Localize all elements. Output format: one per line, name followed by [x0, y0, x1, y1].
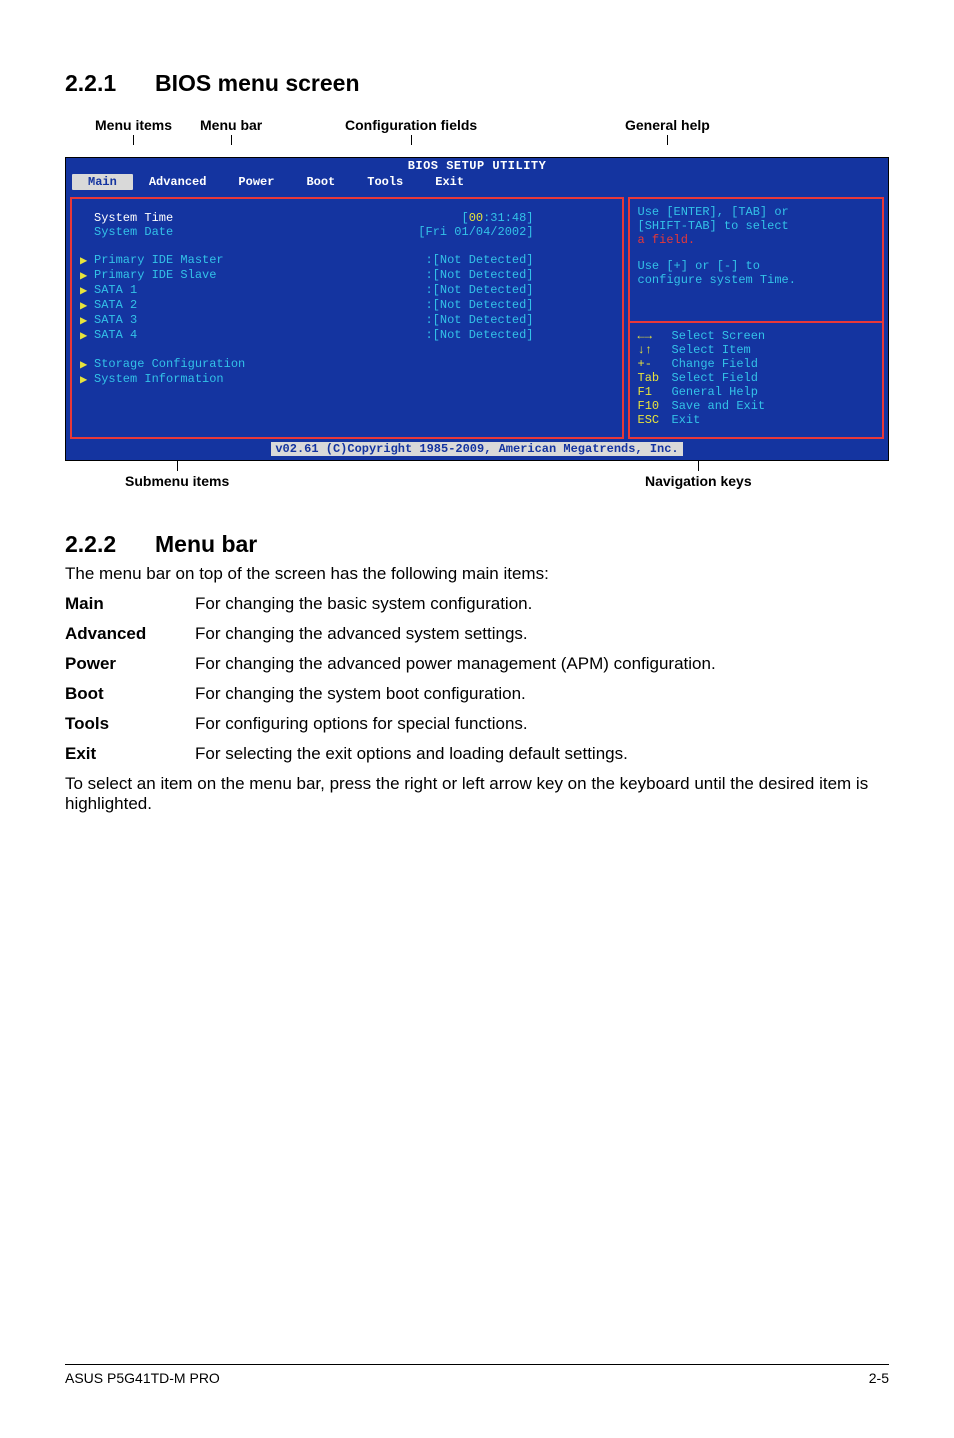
field-system-date: System Date — [94, 225, 173, 239]
row-sata3[interactable]: ▶SATA 3:[Not Detected] — [80, 313, 614, 328]
top-labels: Menu items Menu bar Configuration fields… — [65, 117, 889, 157]
def-row: ExitFor selecting the exit options and l… — [65, 744, 889, 764]
chevron-right-icon: ▶ — [80, 283, 94, 298]
def-row: AdvancedFor changing the advanced system… — [65, 624, 889, 644]
bios-window: BIOS SETUP UTILITY Main Advanced Power B… — [65, 157, 889, 461]
row-system-time[interactable]: System Time [00:31:48] — [80, 211, 614, 225]
row-sata1[interactable]: ▶SATA 1:[Not Detected] — [80, 283, 614, 298]
menu-definitions: MainFor changing the basic system config… — [65, 594, 889, 764]
tab-power[interactable]: Power — [222, 174, 290, 190]
label-menu-bar: Menu bar — [200, 117, 262, 133]
tab-boot[interactable]: Boot — [290, 174, 351, 190]
row-system-info[interactable]: ▶System Information — [80, 372, 614, 387]
bottom-labels: Submenu items Navigation keys — [65, 461, 889, 501]
bios-right-pane: Use [ENTER], [TAB] or [SHIFT-TAB] to sel… — [628, 197, 884, 439]
divider — [630, 321, 882, 323]
row-sata4[interactable]: ▶SATA 4:[Not Detected] — [80, 328, 614, 343]
chevron-right-icon: ▶ — [80, 253, 94, 268]
tab-tools[interactable]: Tools — [351, 174, 419, 190]
tab-main[interactable]: Main — [72, 174, 133, 190]
label-menu-items: Menu items — [95, 117, 172, 133]
def-row: PowerFor changing the advanced power man… — [65, 654, 889, 674]
label-submenu-items: Submenu items — [125, 473, 229, 489]
chevron-right-icon: ▶ — [80, 268, 94, 283]
heading-num: 2.2.2 — [65, 531, 155, 558]
page-footer: ASUS P5G41TD-M PRO 2-5 — [65, 1364, 889, 1386]
def-row: ToolsFor configuring options for special… — [65, 714, 889, 734]
bios-left-pane: System Time [00:31:48] System Date [Fri … — [70, 197, 624, 439]
label-general-help: General help — [625, 117, 710, 133]
row-pri-ide-slave[interactable]: ▶Primary IDE Slave:[Not Detected] — [80, 268, 614, 283]
bios-title: BIOS SETUP UTILITY — [66, 158, 888, 174]
heading-title: Menu bar — [155, 531, 257, 557]
heading-num: 2.2.1 — [65, 70, 155, 97]
menubar-desc: The menu bar on top of the screen has th… — [65, 564, 889, 584]
heading-222: 2.2.2Menu bar — [65, 531, 889, 558]
def-row: MainFor changing the basic system config… — [65, 594, 889, 614]
row-storage-config[interactable]: ▶Storage Configuration — [80, 357, 614, 372]
chevron-right-icon: ▶ — [80, 298, 94, 313]
chevron-right-icon: ▶ — [80, 357, 94, 372]
row-pri-ide-master[interactable]: ▶Primary IDE Master:[Not Detected] — [80, 253, 614, 268]
footer-right: 2-5 — [869, 1370, 889, 1386]
chevron-right-icon: ▶ — [80, 313, 94, 328]
help-text: Use [ENTER], [TAB] or [SHIFT-TAB] to sel… — [638, 205, 874, 287]
field-system-time: System Time — [94, 211, 173, 225]
heading-221: 2.2.1BIOS menu screen — [65, 70, 889, 97]
row-system-date[interactable]: System Date [Fri 01/04/2002] — [80, 225, 614, 239]
label-config-fields: Configuration fields — [345, 117, 477, 133]
chevron-right-icon: ▶ — [80, 328, 94, 343]
footer-left: ASUS P5G41TD-M PRO — [65, 1370, 220, 1386]
heading-title: BIOS menu screen — [155, 70, 360, 96]
label-navigation-keys: Navigation keys — [645, 473, 752, 489]
bios-footer: v02.61 (C)Copyright 1985-2009, American … — [66, 439, 888, 460]
chevron-right-icon: ▶ — [80, 372, 94, 387]
tab-advanced[interactable]: Advanced — [133, 174, 223, 190]
nav-keys-panel: ←→Select Screen ↓↑Select Item +-Change F… — [638, 329, 874, 427]
def-row: BootFor changing the system boot configu… — [65, 684, 889, 704]
tab-exit[interactable]: Exit — [419, 174, 480, 190]
bios-menubar[interactable]: Main Advanced Power Boot Tools Exit — [66, 174, 888, 193]
row-sata2[interactable]: ▶SATA 2:[Not Detected] — [80, 298, 614, 313]
after-text: To select an item on the menu bar, press… — [65, 774, 889, 814]
